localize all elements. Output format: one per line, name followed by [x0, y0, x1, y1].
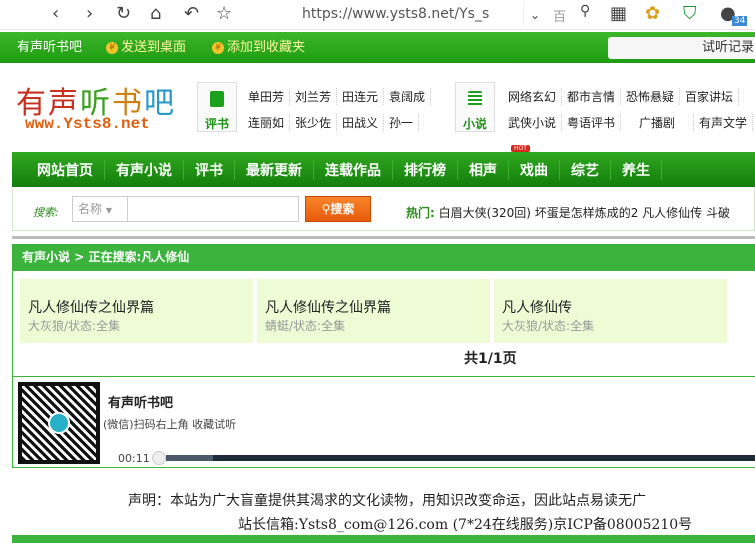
link[interactable]: 张少佐 — [290, 114, 338, 131]
send-desktop-link[interactable]: ¥ 发送到桌面 — [106, 32, 186, 63]
nav-novels[interactable]: 有声小说 — [105, 159, 184, 180]
coin-icon: ¥ — [212, 41, 224, 54]
pingshu-links-row2: 连丽如 张少佐 田战义 孙一 — [243, 114, 420, 131]
category-xiaoshuo[interactable]: 小说 — [455, 82, 495, 132]
nav-opera[interactable]: 戏曲 — [509, 159, 560, 180]
link[interactable]: 百家讲坛 — [680, 88, 740, 105]
forward-icon[interactable]: › — [86, 3, 93, 24]
chevron-down-icon[interactable]: ⌄ — [530, 8, 540, 22]
search-label: 搜索: — [33, 206, 59, 219]
search-engine-label[interactable]: 百 — [553, 6, 566, 25]
back-icon[interactable]: ‹ — [52, 3, 59, 24]
player-title: 有声听书吧 — [108, 396, 174, 411]
link[interactable]: 恐怖悬疑 — [621, 88, 681, 105]
list-icon — [468, 91, 482, 107]
progress-handle[interactable] — [152, 451, 166, 465]
add-favorite-link[interactable]: ¥ 添加到收藏夹 — [212, 32, 305, 63]
progress-fill — [166, 455, 214, 461]
search-input[interactable] — [127, 196, 299, 222]
link[interactable]: 都市言情 — [562, 88, 622, 105]
home-icon[interactable]: ⌂ — [150, 3, 161, 24]
shield-icon[interactable]: ⛉ — [683, 3, 697, 24]
link[interactable]: 单田芳 — [243, 88, 291, 105]
nav-home[interactable]: 网站首页 — [26, 159, 105, 180]
main-nav: 网站首页 有声小说 评书 最新更新 连载作品 排行榜 相声 戏曲 综艺 养生 — [12, 152, 755, 187]
hot-searches: 热门: 白眉大侠(320回) 坏蛋是怎样炼成的2 凡人修仙传 斗破 — [406, 206, 730, 220]
hot-badge: HOT — [511, 145, 530, 152]
top-bar: 有声听书吧 ¥ 发送到桌面 ¥ 添加到收藏夹 试听记录 — [0, 32, 755, 63]
link[interactable]: 田连元 — [337, 88, 385, 105]
link[interactable]: 孙一 — [384, 114, 420, 131]
link[interactable]: 网络玄幻 — [503, 88, 563, 105]
search-type-select[interactable]: 名称 ▼ — [72, 196, 128, 222]
declaration: 声明：本站为广大盲童提供其渴求的文化读物，用知识改变命运，因此站点易读无广 — [128, 493, 646, 509]
nav-health[interactable]: 养生 — [611, 159, 662, 180]
browser-toolbar: ‹ › ↻ ⌂ ↶ ☆ https://www.ysts8.net/Ys_s ⌄… — [0, 0, 755, 30]
link[interactable]: 广播剧 — [621, 114, 695, 131]
breadcrumb-section[interactable]: 有声小说 — [22, 250, 70, 264]
breadcrumb: 有声小说 > 正在搜索:凡人修仙 — [12, 244, 755, 270]
site-name[interactable]: 有声听书吧 — [17, 32, 82, 63]
divider — [12, 236, 755, 239]
nav-serial[interactable]: 连载作品 — [314, 159, 393, 180]
xiaoshuo-links-row2: 武侠小说 粤语评书 广播剧 有声文学 — [503, 114, 754, 131]
chevron-down-icon: ▼ — [105, 206, 112, 215]
nav-crosstalk[interactable]: 相声 — [458, 159, 509, 180]
xiaoshuo-links-row1: 网络玄幻 都市言情 恐怖悬疑 百家讲坛 — [503, 88, 740, 105]
book-icon — [210, 91, 224, 107]
extension-icon[interactable]: ✿ — [645, 3, 660, 24]
search-icon[interactable]: ⚲ — [580, 3, 590, 19]
pingshu-links-row1: 单田芳 刘兰芳 田连元 袁阔成 — [243, 88, 432, 105]
result-card[interactable]: 凡人修仙传 大灰狼/状态:全集 — [494, 279, 727, 343]
link[interactable]: 连丽如 — [243, 114, 291, 131]
nav-ranking[interactable]: 排行榜 — [393, 159, 458, 180]
logo-domain: www.Ysts8.net — [25, 115, 150, 133]
player-subtitle: (微信)扫码右上角 收藏试听 — [103, 418, 237, 431]
breadcrumb-current: 正在搜索:凡人修仙 — [88, 250, 190, 264]
star-icon[interactable]: ☆ — [216, 3, 232, 24]
coin-icon: ¥ — [106, 41, 118, 54]
link[interactable]: 粤语评书 — [562, 114, 622, 131]
hot-search-links[interactable]: 白眉大侠(320回) 坏蛋是怎样炼成的2 凡人修仙传 斗破 — [439, 206, 730, 220]
reload-icon[interactable]: ↻ — [116, 3, 131, 24]
result-card[interactable]: 凡人修仙传之仙界篇 蜻蜓/状态:全集 — [257, 279, 490, 343]
nav-variety[interactable]: 综艺 — [560, 159, 611, 180]
footer-bar — [12, 535, 755, 543]
notification-badge: 34 — [732, 16, 748, 26]
result-card[interactable]: 凡人修仙传之仙界篇 大灰狼/状态:全集 — [20, 279, 253, 343]
player-time: 00:11 — [118, 452, 150, 465]
link[interactable]: 田战义 — [337, 114, 385, 131]
nav-latest[interactable]: 最新更新 — [235, 159, 314, 180]
qr-code — [18, 382, 100, 464]
category-pingshu[interactable]: 评书 — [197, 82, 237, 132]
pagination: 共1/1页 — [464, 351, 517, 367]
link[interactable]: 有声文学 — [694, 114, 754, 131]
apps-icon[interactable]: ▦ — [610, 3, 627, 24]
nav-pingshu[interactable]: 评书 — [184, 159, 235, 180]
contact-info: 站长信箱:Ysts8_com@126.com (7*24在线服务)京ICP备08… — [238, 517, 693, 533]
address-bar[interactable]: https://www.ysts8.net/Ys_s — [258, 2, 524, 26]
undo-icon[interactable]: ↶ — [184, 3, 199, 24]
link-icon — [48, 412, 70, 434]
link[interactable]: 袁阔成 — [384, 88, 432, 105]
history-button[interactable]: 试听记录 — [608, 37, 755, 59]
search-button[interactable]: ⚲搜索 — [305, 196, 371, 222]
link[interactable]: 刘兰芳 — [290, 88, 338, 105]
link[interactable]: 武侠小说 — [503, 114, 563, 131]
progress-bar[interactable] — [166, 455, 755, 461]
